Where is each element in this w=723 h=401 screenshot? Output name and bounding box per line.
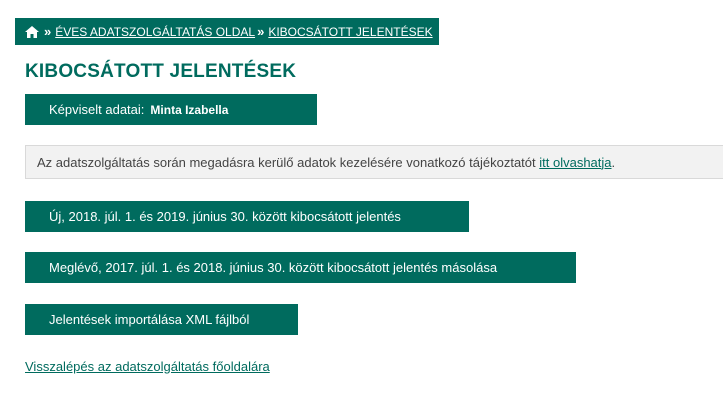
copy-report-button[interactable]: Meglévő, 2017. júl. 1. és 2018. június 3… xyxy=(25,252,576,283)
breadcrumb-link-issued-reports[interactable]: KIBOCSÁTOTT JELENTÉSEK xyxy=(268,25,432,39)
privacy-notice-suffix: . xyxy=(611,154,616,170)
privacy-notice-message: Az adatszolgáltatás során megadásra kerü… xyxy=(37,154,540,170)
new-report-button[interactable]: Új, 2018. júl. 1. és 2019. június 30. kö… xyxy=(25,201,469,232)
breadcrumb-separator: » xyxy=(257,24,265,39)
privacy-notice-text: Az adatszolgáltatás során megadásra kerü… xyxy=(37,155,615,170)
breadcrumb-link-annual-reporting[interactable]: ÉVES ADATSZOLGÁLTATÁS OLDAL xyxy=(55,25,255,39)
privacy-notice: Az adatszolgáltatás során megadásra kerü… xyxy=(25,145,723,179)
represented-name: Minta Izabella xyxy=(150,102,229,117)
home-icon[interactable] xyxy=(25,25,39,38)
breadcrumb-separator: » xyxy=(44,24,52,39)
back-to-main-link[interactable]: Visszalépés az adatszolgáltatás főoldalá… xyxy=(25,359,270,374)
page: » ÉVES ADATSZOLGÁLTATÁS OLDAL » KIBOCSÁT… xyxy=(0,0,723,401)
privacy-notice-link[interactable]: itt olvashatja xyxy=(539,155,611,170)
page-title: KIBOCSÁTOTT JELENTÉSEK xyxy=(25,61,297,82)
breadcrumb: » ÉVES ADATSZOLGÁLTATÁS OLDAL » KIBOCSÁT… xyxy=(15,18,439,45)
represented-label: Képviselt adatai: xyxy=(49,102,145,117)
import-xml-button[interactable]: Jelentések importálása XML fájlból xyxy=(25,304,298,335)
represented-info-bar: Képviselt adatai: Minta Izabella xyxy=(25,94,317,125)
